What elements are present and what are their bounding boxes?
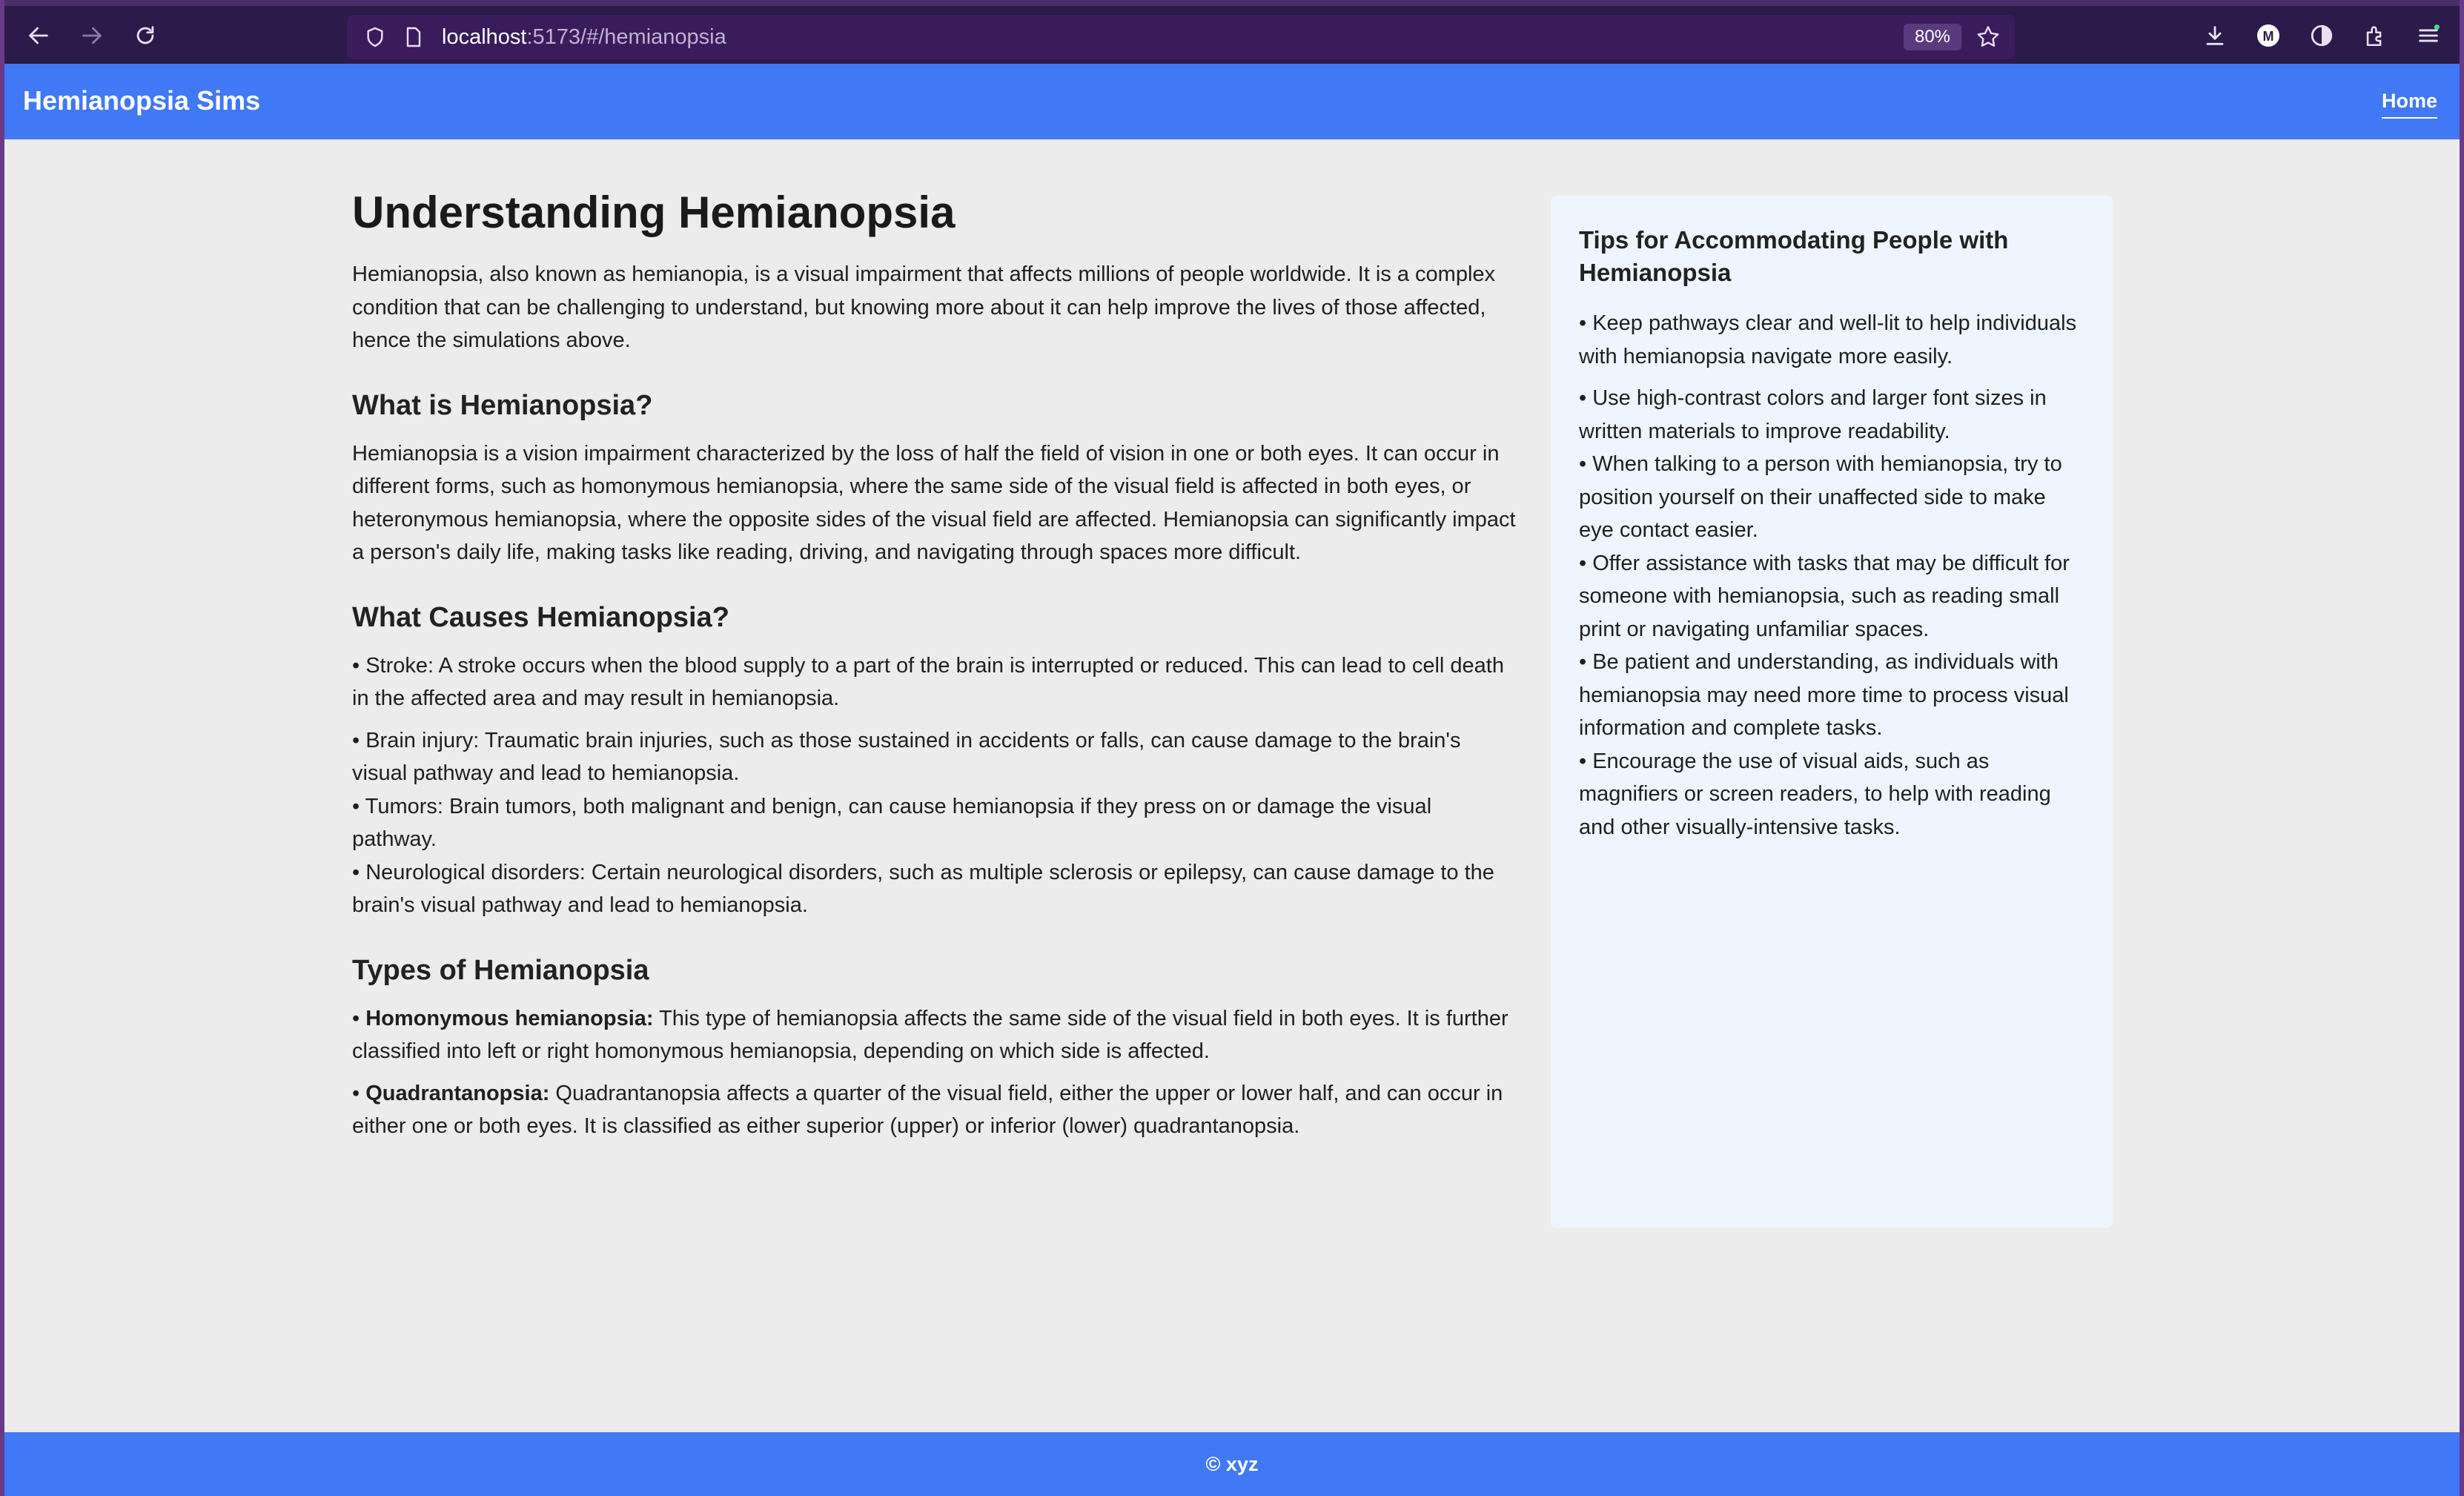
nav-home-link[interactable]: Home bbox=[2381, 89, 2437, 119]
extensions-icon[interactable] bbox=[2356, 16, 2394, 55]
page-title: Understanding Hemianopsia bbox=[352, 188, 956, 237]
types-list: • Homonymous hemianopsia: This type of h… bbox=[352, 1002, 1516, 1143]
list-item: • Brain injury: Traumatic brain injuries… bbox=[352, 728, 1461, 786]
list-bullet: • bbox=[352, 1081, 366, 1105]
address-bar[interactable]: localhost:5173/#/hemianopsia 80% bbox=[347, 15, 2015, 59]
page-icon[interactable] bbox=[402, 25, 425, 53]
list-item: • Tumors: Brain tumors, both malignant a… bbox=[352, 794, 1432, 852]
forward-icon[interactable] bbox=[73, 16, 111, 55]
type-term: Homonymous hemianopsia: bbox=[365, 1006, 654, 1030]
footer-text: © xyz bbox=[1205, 1453, 1259, 1475]
footer: © xyz bbox=[4, 1432, 2460, 1496]
browser-toolbar: localhost:5173/#/hemianopsia 80% M bbox=[4, 0, 2460, 64]
list-item: • When talking to a person with hemianop… bbox=[1579, 452, 2062, 542]
zoom-level-badge[interactable]: 80% bbox=[1904, 24, 1961, 50]
list-item: • Homonymous hemianopsia: This type of h… bbox=[352, 1002, 1516, 1068]
star-icon[interactable] bbox=[1975, 24, 2001, 54]
what-paragraph: Hemianopsia is a vision impairment chara… bbox=[352, 441, 1516, 565]
causes-list: • Stroke: A stroke occurs when the blood… bbox=[352, 649, 1516, 922]
url-path: :5173/#/hemianopsia bbox=[526, 25, 726, 49]
list-item: • Neurological disorders: Certain neurol… bbox=[352, 860, 1494, 918]
list-bullet: • bbox=[352, 1006, 366, 1030]
download-icon[interactable] bbox=[2196, 16, 2234, 55]
list-item: • Offer assistance with tasks that may b… bbox=[1579, 551, 2070, 641]
list-item: • Use high-contrast colors and larger fo… bbox=[1579, 386, 2047, 443]
reload-icon[interactable] bbox=[126, 16, 165, 55]
shield-icon[interactable] bbox=[363, 25, 387, 53]
section-heading-types: Types of Hemianopsia bbox=[352, 954, 649, 986]
main-article: Understanding Hemianopsia Hemianopsia, a… bbox=[352, 185, 1516, 1143]
tips-list: • Keep pathways clear and well-lit to he… bbox=[1579, 307, 2084, 844]
section-heading-causes: What Causes Hemianopsia? bbox=[352, 601, 729, 633]
list-item: • Be patient and understanding, as indiv… bbox=[1579, 650, 2069, 740]
svg-text:M: M bbox=[2263, 29, 2274, 44]
list-item: • Encourage the use of visual aids, such… bbox=[1579, 749, 2051, 839]
brand-title[interactable]: Hemianopsia Sims bbox=[23, 86, 260, 116]
url-host: localhost bbox=[442, 25, 527, 49]
extension-badge-icon[interactable] bbox=[2302, 16, 2341, 55]
browser-window: localhost:5173/#/hemianopsia 80% M Hemia… bbox=[4, 0, 2460, 1496]
back-icon[interactable] bbox=[19, 16, 58, 55]
account-icon[interactable]: M bbox=[2249, 16, 2288, 55]
section-heading-what: What is Hemianopsia? bbox=[352, 389, 653, 421]
tips-panel: Tips for Accommodating People with Hemia… bbox=[1551, 196, 2113, 1228]
type-term: Quadrantanopsia: bbox=[365, 1081, 550, 1105]
url-text[interactable]: localhost:5173/#/hemianopsia bbox=[442, 25, 726, 49]
list-item: • Stroke: A stroke occurs when the blood… bbox=[352, 653, 1504, 711]
list-item: • Keep pathways clear and well-lit to he… bbox=[1579, 311, 2077, 368]
list-item: • Quadrantanopsia: Quadrantanopsia affec… bbox=[352, 1077, 1516, 1143]
app-header: Hemianopsia Sims Home bbox=[4, 64, 2460, 139]
intro-paragraph: Hemianopsia, also known as hemianopia, i… bbox=[352, 262, 1496, 352]
tips-title: Tips for Accommodating People with Hemia… bbox=[1579, 226, 2009, 286]
menu-icon[interactable] bbox=[2409, 16, 2448, 55]
